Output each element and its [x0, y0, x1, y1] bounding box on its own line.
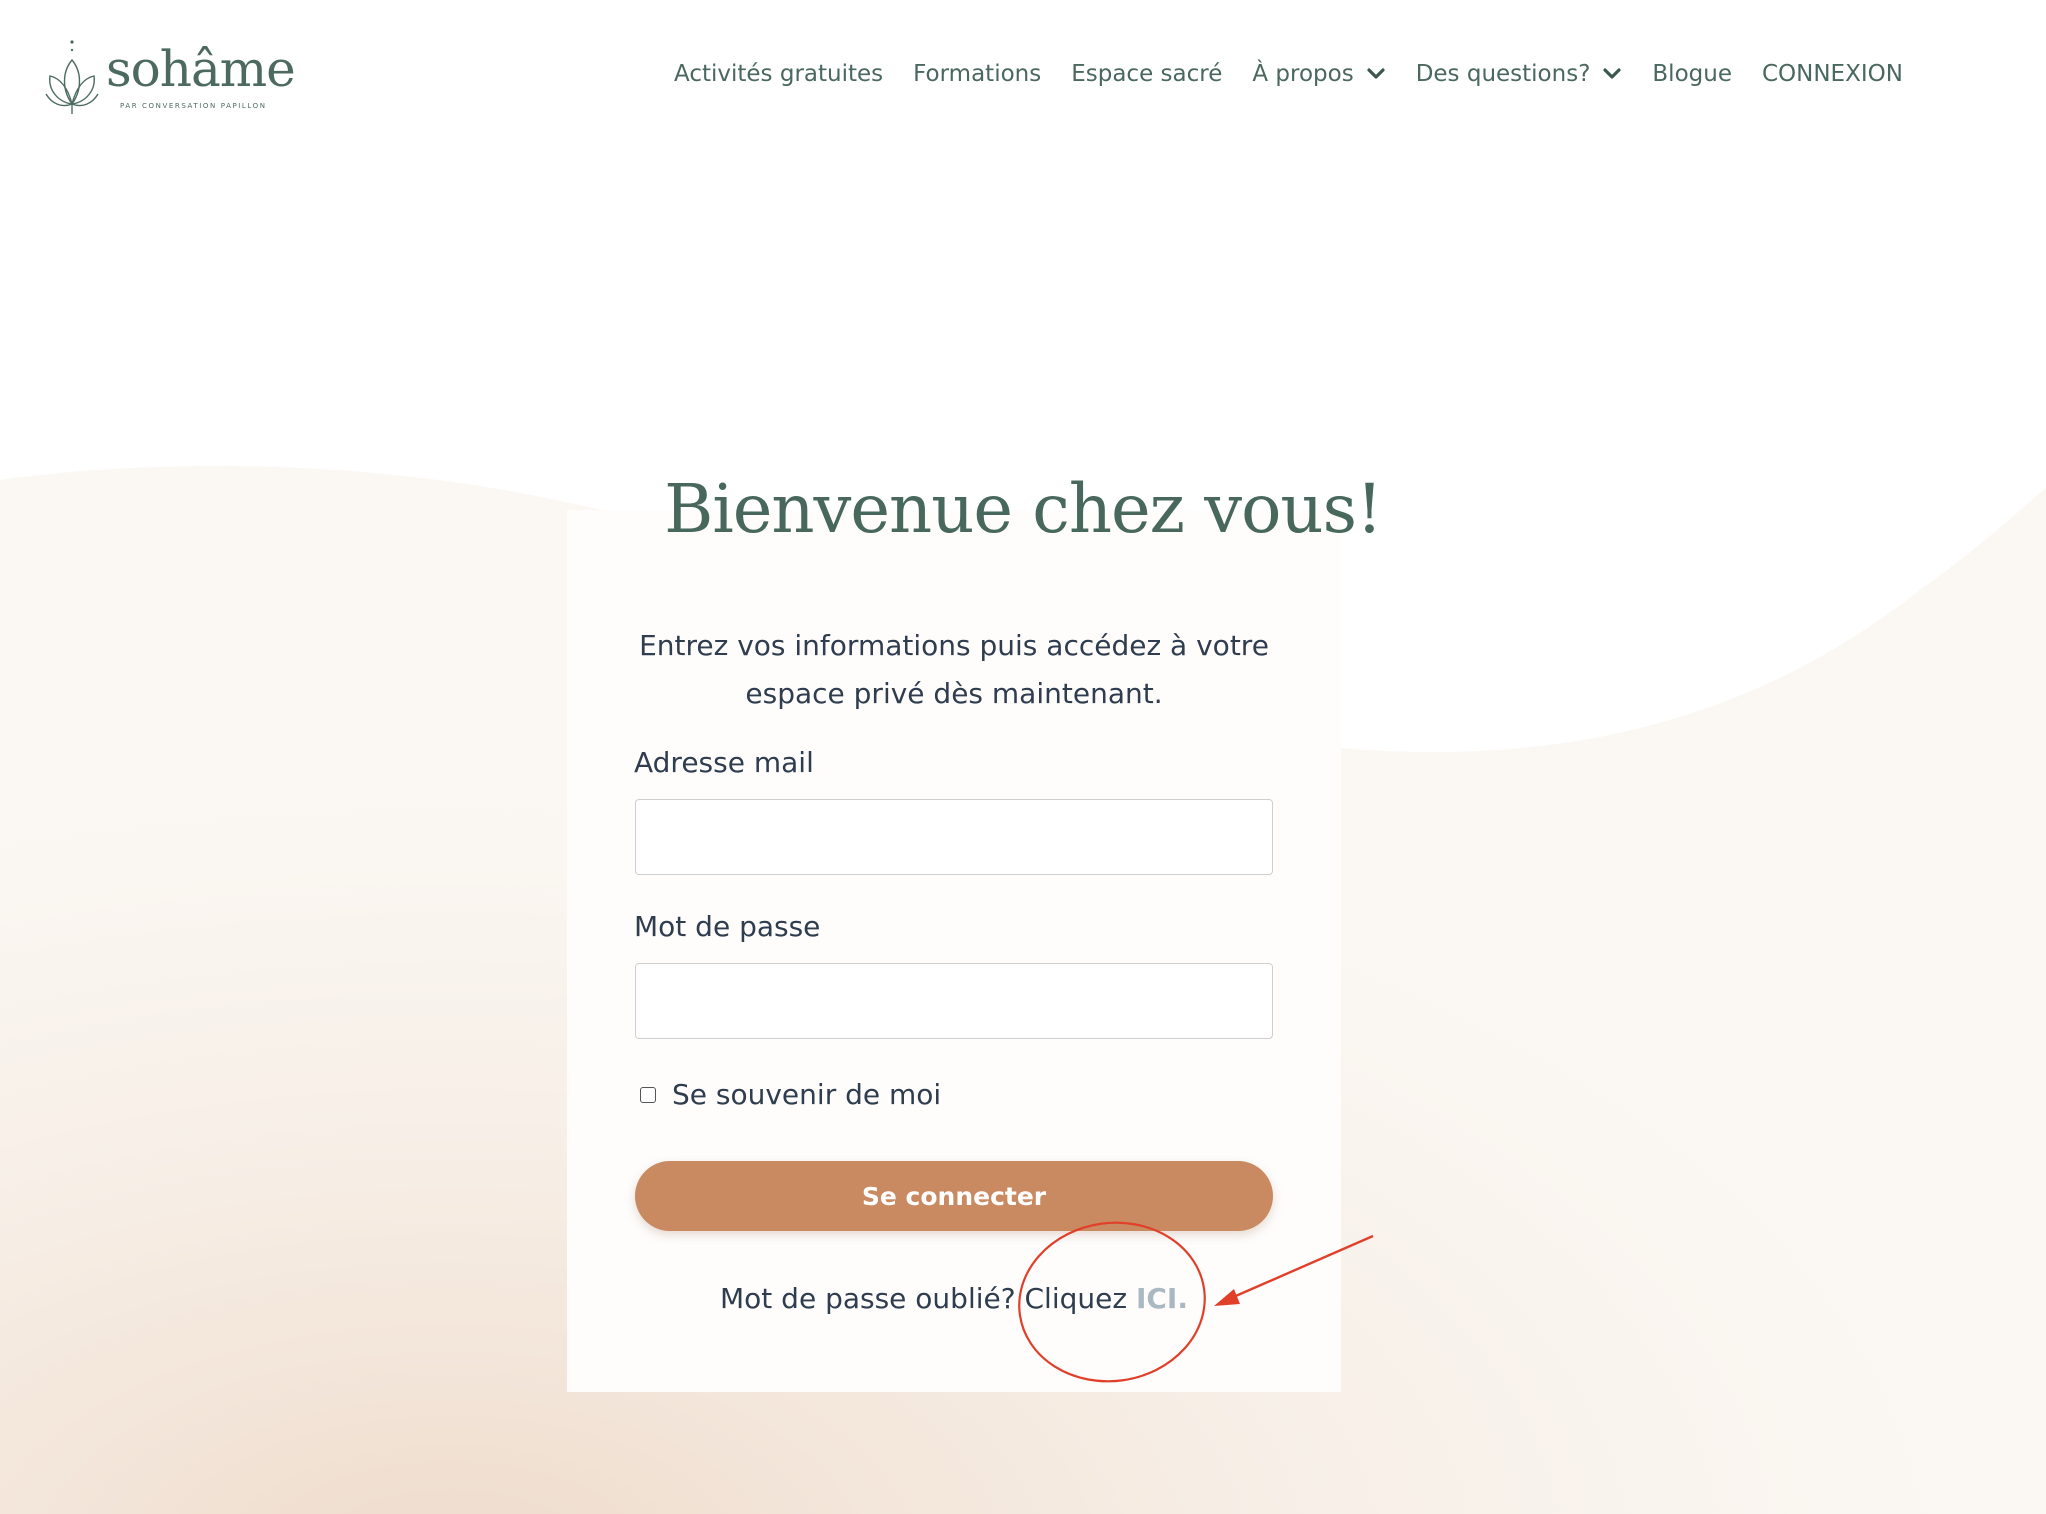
password-label: Mot de passe	[634, 910, 821, 943]
brand-tagline: PAR CONVERSATION PAPILLON	[120, 102, 267, 110]
nav-item-label: Blogue	[1652, 61, 1732, 87]
page-title: Bienvenue chez vous!	[664, 470, 1383, 548]
login-intro-text: Entrez vos informations puis accédez à v…	[639, 629, 1269, 710]
nav-item-label: Espace sacré	[1071, 61, 1223, 87]
nav-item-label: CONNEXION	[1761, 61, 1903, 87]
nav-item-des-questions[interactable]: Des questions?	[1416, 61, 1623, 87]
nav-item-connexion[interactable]: CONNEXION	[1762, 61, 1903, 87]
forgot-password-prompt: Mot de passe oublié? Cliquez	[720, 1282, 1136, 1315]
chevron-down-icon	[1367, 68, 1385, 79]
remember-me-row: Se souvenir de moi	[640, 1078, 941, 1111]
forgot-password-link[interactable]: ICI.	[1136, 1282, 1188, 1315]
password-field[interactable]	[635, 963, 1273, 1039]
nav-item-espace-sacre[interactable]: Espace sacré	[1071, 61, 1222, 87]
login-button[interactable]: Se connecter	[635, 1161, 1273, 1231]
brand-name: sohâme	[106, 40, 296, 98]
remember-me-checkbox[interactable]	[640, 1086, 656, 1103]
remember-me-label[interactable]: Se souvenir de moi	[672, 1078, 941, 1111]
nav-item-label: Activités gratuites	[674, 61, 884, 87]
nav-item-blogue[interactable]: Blogue	[1652, 61, 1732, 87]
brand-logo[interactable]: sohâme PAR CONVERSATION PAPILLON	[44, 38, 296, 118]
nav-item-label: Formations	[913, 61, 1042, 87]
nav-item-formations[interactable]: Formations	[913, 61, 1041, 87]
nav-item-label: Des questions?	[1415, 61, 1591, 87]
nav-item-a-propos[interactable]: À propos	[1252, 61, 1385, 87]
forgot-password-text: Mot de passe oublié? Cliquez ICI.	[0, 1282, 1908, 1315]
nav-item-activites-gratuites[interactable]: Activités gratuites	[674, 61, 883, 87]
main-nav: Activités gratuites Formations Espace sa…	[674, 56, 1903, 92]
email-field[interactable]	[635, 799, 1273, 875]
lotus-logo-icon	[45, 40, 99, 114]
chevron-down-icon	[1603, 68, 1622, 79]
email-label: Adresse mail	[634, 746, 814, 779]
nav-item-label: À propos	[1252, 61, 1354, 87]
